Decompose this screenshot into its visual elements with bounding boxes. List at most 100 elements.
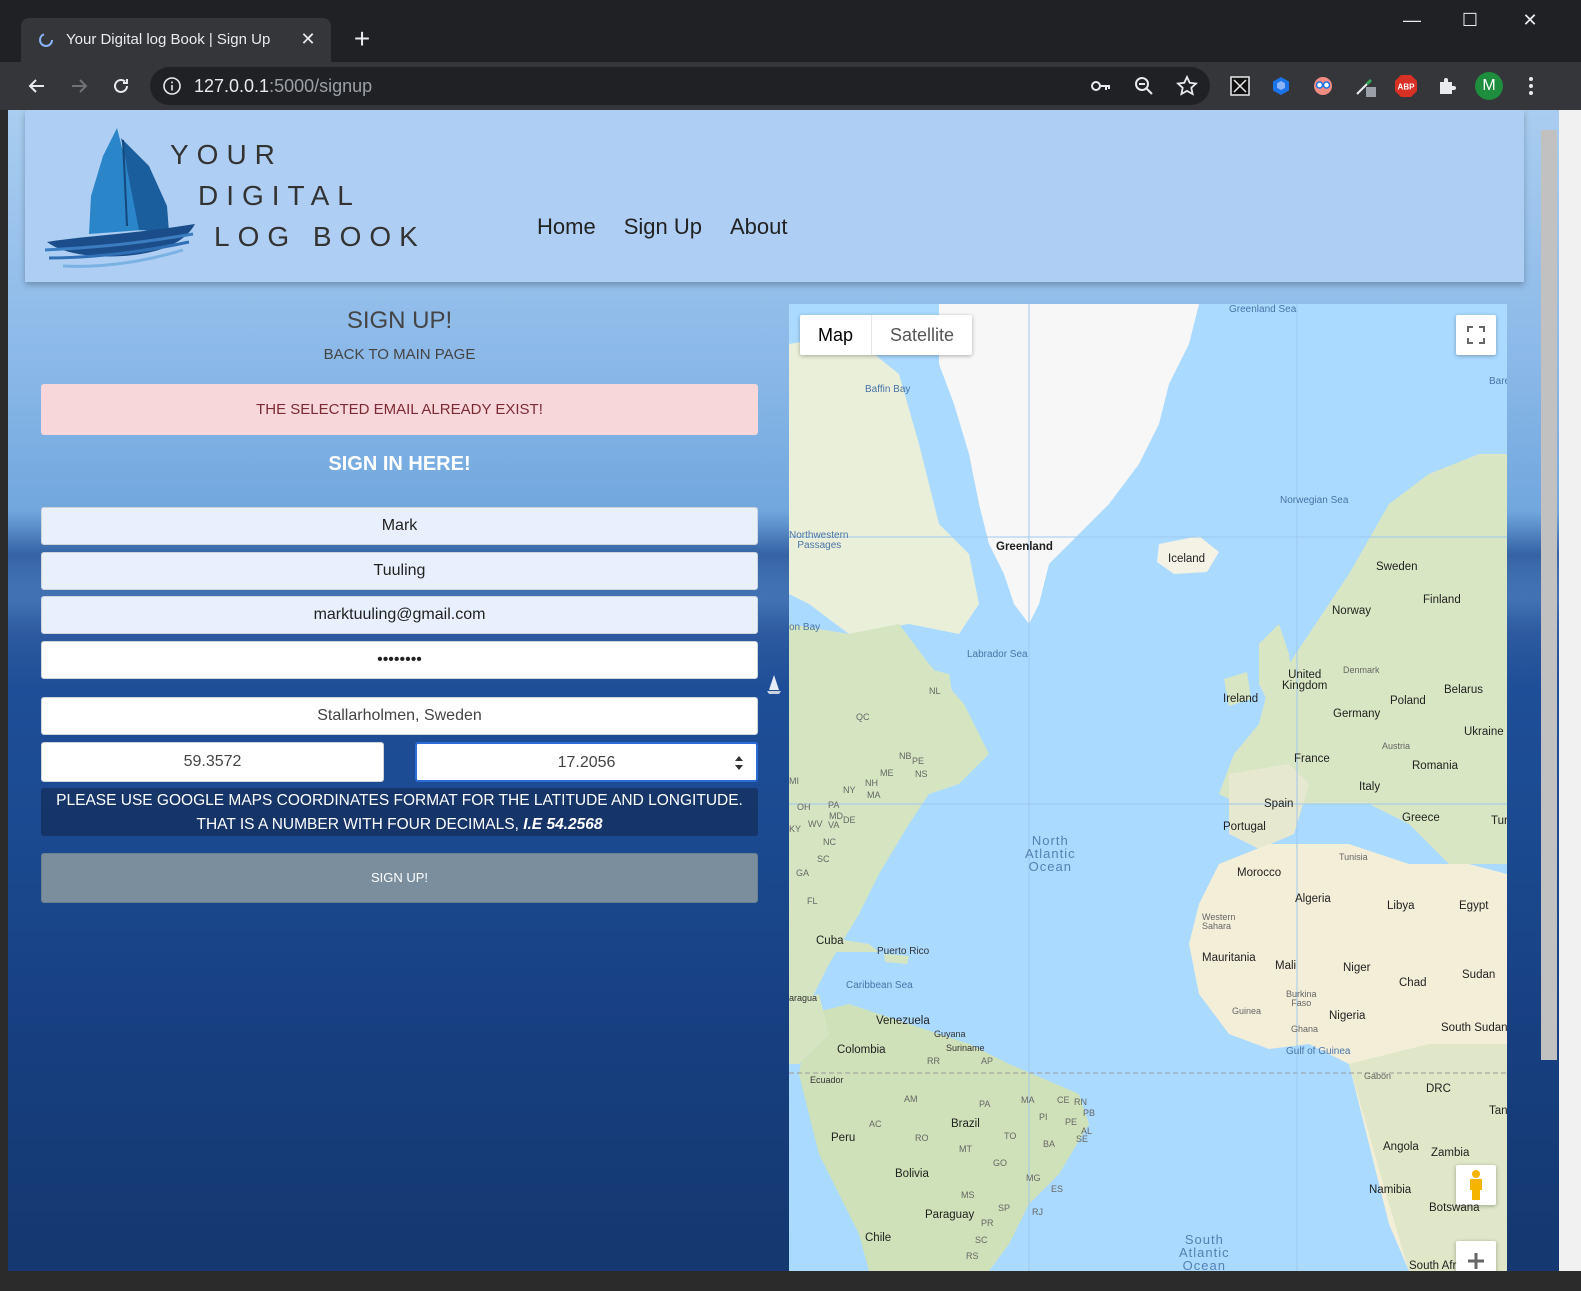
tab-strip: Your Digital log Book | Sign Up ✕ + — ☐ … (0, 0, 1581, 62)
map-label: Mauritania (1202, 952, 1256, 964)
map-label: Paraguay (925, 1209, 975, 1221)
map-label: MA (1021, 1095, 1035, 1105)
map-label: AM (904, 1094, 918, 1104)
page-viewport: YOUR DIGITAL LOG BOOK Home Sign Up About… (8, 110, 1559, 1271)
minimize-icon[interactable]: — (1383, 0, 1441, 40)
map-label: Nigeria (1329, 1010, 1366, 1022)
pegman-icon[interactable] (1456, 1165, 1496, 1205)
map-label: SC (817, 854, 830, 864)
map-label: FL (807, 896, 818, 906)
nav-about[interactable]: About (730, 214, 788, 240)
map-label: CE (1057, 1095, 1070, 1105)
map-label: South Atlantic Ocean (1179, 1232, 1230, 1271)
maximize-icon[interactable]: ☐ (1441, 0, 1499, 40)
map-label: MI (789, 776, 799, 786)
map-label: MS (961, 1190, 975, 1200)
fullscreen-icon[interactable] (1456, 315, 1496, 355)
zoom-in-icon[interactable] (1456, 1241, 1496, 1271)
map-label: Baffin Bay (865, 384, 911, 395)
star-icon[interactable] (1176, 75, 1198, 97)
map-label: Ghana (1291, 1024, 1319, 1034)
map-label: Algeria (1295, 893, 1331, 905)
map-label: PA (828, 800, 840, 810)
back-to-main-link[interactable]: BACK TO MAIN PAGE (41, 346, 758, 363)
map-label: Tur (1491, 815, 1507, 827)
map-type-satellite-button[interactable]: Satellite (872, 315, 972, 355)
map-label: Greece (1402, 812, 1440, 824)
map-type-map-button[interactable]: Map (800, 315, 873, 355)
map-label: Morocco (1237, 867, 1282, 879)
back-icon[interactable] (21, 70, 53, 102)
extension-icon-1[interactable] (1224, 70, 1256, 102)
address-bar[interactable]: 127.0.0.1:5000/signup (150, 67, 1210, 105)
map-label: WV (808, 819, 823, 829)
map-label: Zambia (1431, 1147, 1470, 1159)
sign-in-link[interactable]: SIGN IN HERE! (41, 453, 758, 476)
map-label: Ukraine (1464, 726, 1504, 738)
google-map[interactable]: Map Satellite Greenland Sea Bare Baffin … (789, 304, 1507, 1271)
first-name-input[interactable]: Mark (41, 507, 758, 545)
password-input[interactable]: •••••••• (41, 641, 758, 679)
eyedropper-icon[interactable] (1349, 70, 1381, 102)
nav-home[interactable]: Home (537, 214, 596, 240)
browser-tab[interactable]: Your Digital log Book | Sign Up ✕ (21, 18, 331, 62)
window-close-icon[interactable]: ✕ (1501, 0, 1559, 40)
map-label: MG (1026, 1173, 1041, 1183)
map-label: Chad (1399, 977, 1427, 989)
map-label: QC (856, 712, 870, 722)
map-label: DRC (1426, 1083, 1451, 1095)
map-label: Guyana (934, 1029, 966, 1039)
map-label: Ireland (1223, 693, 1259, 705)
extensions-puzzle-icon[interactable] (1431, 70, 1463, 102)
map-label: RN (1074, 1097, 1087, 1107)
last-name-input[interactable]: Tuuling (41, 552, 758, 590)
email-input[interactable]: marktuuling@gmail.com (41, 596, 758, 634)
menu-kebab-icon[interactable] (1515, 70, 1547, 102)
reload-icon[interactable] (105, 70, 137, 102)
svg-text:ABP: ABP (1398, 83, 1416, 92)
map-label: RS (966, 1251, 979, 1261)
key-icon[interactable] (1090, 76, 1112, 96)
forward-icon[interactable] (63, 70, 95, 102)
map-label: NS (915, 769, 928, 779)
map-label: Sudan (1462, 969, 1496, 981)
map-label: Niger (1343, 962, 1371, 974)
map-label: SP (998, 1203, 1011, 1213)
tab-close-icon[interactable]: ✕ (297, 28, 319, 50)
map-label: Gabon (1364, 1071, 1392, 1081)
sign-up-button[interactable]: SIGN UP! (41, 853, 758, 903)
map-label: Venezuela (876, 1015, 930, 1027)
extension-icon-2[interactable] (1265, 70, 1297, 102)
map-label: SE (1076, 1134, 1089, 1144)
url-text: 127.0.0.1:5000/signup (194, 76, 373, 96)
adblock-icon[interactable]: ABP (1390, 70, 1422, 102)
number-spinner-icon[interactable] (734, 754, 744, 772)
map-label: Greenland Sea (1229, 304, 1297, 315)
info-icon[interactable] (162, 76, 182, 96)
scrollbar-thumb[interactable] (1541, 130, 1557, 1060)
map-label: Egypt (1459, 900, 1489, 912)
nav-sign-up[interactable]: Sign Up (624, 214, 702, 240)
location-input[interactable]: Stallarholmen, Sweden (41, 697, 758, 735)
logo-text: YOUR DIGITAL LOG BOOK (170, 139, 426, 252)
profile-avatar[interactable]: M (1473, 70, 1505, 102)
latitude-input[interactable]: 59.3572 (41, 742, 384, 782)
map-label: TO (1004, 1131, 1017, 1141)
browser-toolbar: 127.0.0.1:5000/signup ABP M (0, 62, 1581, 110)
map-label: Northwestern Passages (789, 530, 849, 551)
browser-chrome: Your Digital log Book | Sign Up ✕ + — ☐ … (0, 0, 1581, 110)
extension-icon-3[interactable] (1307, 70, 1339, 102)
map-label: aragua (789, 993, 818, 1003)
map-label: ES (1051, 1184, 1064, 1194)
map-label: Finland (1423, 594, 1461, 606)
map-label: Chile (865, 1232, 892, 1244)
longitude-input[interactable]: 17.2056 (415, 742, 758, 782)
map-label: Greenland (996, 541, 1053, 553)
map-label: AP (981, 1056, 994, 1066)
zoom-icon[interactable] (1134, 76, 1154, 96)
map-label: Italy (1359, 781, 1381, 793)
page-scrollbar[interactable] (1559, 110, 1581, 1271)
new-tab-icon[interactable]: + (346, 24, 378, 56)
map-label: Guinea (1232, 1006, 1262, 1016)
map-label: KY (789, 824, 802, 834)
